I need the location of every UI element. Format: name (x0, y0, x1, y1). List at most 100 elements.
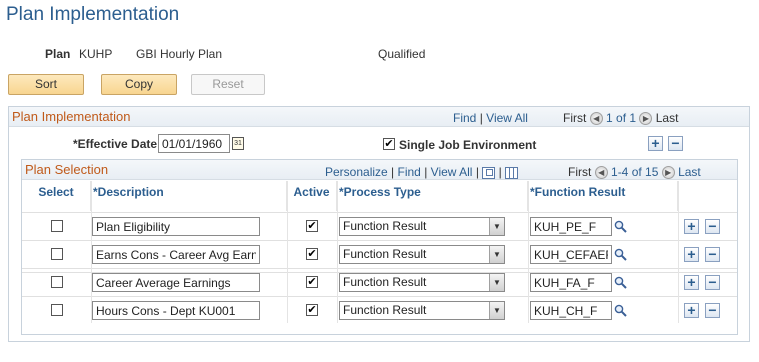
lookup-magnifier-icon[interactable] (614, 248, 627, 261)
active-checkbox[interactable]: ✔ (306, 276, 318, 288)
column-header-function-result: *Function Result (528, 181, 678, 211)
plan-selection-header: Plan Selection Personalize | Find | View… (22, 160, 737, 180)
add-row-icon[interactable]: + (684, 247, 699, 262)
effective-date-label: *Effective Date (73, 137, 158, 151)
table-row: ✔ Function Result ▼ + − (22, 296, 737, 324)
column-divider (528, 181, 529, 323)
row-counter: 1 of 1 (606, 111, 637, 125)
function-result-field[interactable] (530, 217, 612, 236)
column-header-active: Active (287, 181, 337, 211)
plan-implementation-section: Plan Implementation Find | View All Firs… (8, 106, 750, 342)
lookup-magnifier-icon[interactable] (614, 304, 627, 317)
grid-row-counter: 1-4 of 15 (611, 165, 659, 179)
plan-selection-grid: Plan Selection Personalize | Find | View… (21, 159, 738, 335)
grid-next-arrow-icon[interactable]: ▶ (661, 166, 675, 180)
delete-row-icon[interactable]: − (705, 303, 720, 318)
personalize-link[interactable]: Personalize (325, 165, 388, 179)
nav-separator: | (479, 111, 483, 125)
grid-last-label[interactable]: Last (678, 165, 701, 179)
grid-previous-arrow-icon[interactable]: ◀ (594, 166, 608, 180)
copy-button[interactable]: Copy (101, 74, 177, 95)
column-divider (337, 181, 338, 323)
plan-implementation-header: Plan Implementation Find | View All Firs… (9, 107, 749, 127)
process-type-select[interactable]: Function Result ▼ (339, 301, 505, 320)
grid-nav: Personalize | Find | View All | | (325, 165, 519, 179)
process-type-select[interactable]: Function Result ▼ (339, 273, 505, 292)
single-job-checkbox[interactable]: ✔ (383, 138, 395, 150)
delete-row-icon[interactable]: − (668, 136, 683, 151)
chevron-down-icon: ▼ (489, 218, 504, 235)
column-header-process-type: *Process Type (337, 181, 528, 211)
description-field[interactable] (92, 245, 260, 264)
column-header-description: *Description (91, 181, 287, 211)
table-row: ✔ Function Result ▼ + − (22, 212, 737, 240)
active-checkbox[interactable]: ✔ (306, 248, 318, 260)
table-row: ✔ Function Result ▼ + − (22, 268, 737, 296)
sort-button[interactable]: Sort (8, 74, 84, 95)
delete-row-icon[interactable]: − (705, 275, 720, 290)
nav-separator: | (475, 165, 479, 179)
plan-label: Plan (45, 47, 71, 61)
column-divider (287, 181, 288, 323)
delete-row-icon[interactable]: − (705, 219, 720, 234)
lookup-magnifier-icon[interactable] (614, 220, 627, 233)
next-arrow-icon[interactable]: ▶ (639, 112, 653, 126)
chevron-down-icon: ▼ (489, 274, 504, 291)
lookup-magnifier-icon[interactable] (614, 276, 627, 289)
process-type-value: Function Result (343, 247, 427, 261)
zoom-grid-icon[interactable] (482, 166, 496, 179)
column-divider (678, 181, 679, 323)
implementation-pager: First ◀ 1 of 1 ▶ Last (563, 111, 678, 126)
chevron-down-icon: ▼ (489, 246, 504, 263)
process-type-select[interactable]: Function Result ▼ (339, 245, 505, 264)
first-label: First (563, 111, 587, 125)
grid-find-link[interactable]: Find (398, 165, 421, 179)
nav-separator: | (391, 165, 395, 179)
add-row-icon[interactable]: + (684, 275, 699, 290)
reset-button[interactable]: Reset (191, 74, 265, 95)
process-type-select[interactable]: Function Result ▼ (339, 217, 505, 236)
page-title: Plan Implementation (6, 4, 180, 25)
select-checkbox[interactable] (51, 220, 63, 232)
description-field[interactable] (92, 217, 260, 236)
single-job-label: Single Job Environment (399, 138, 537, 152)
delete-row-icon[interactable]: − (705, 247, 720, 262)
function-result-field[interactable] (530, 301, 612, 320)
description-field[interactable] (92, 301, 260, 320)
select-checkbox[interactable] (51, 248, 63, 260)
plan-selection-title: Plan Selection (25, 162, 109, 177)
function-result-field[interactable] (530, 273, 612, 292)
select-checkbox[interactable] (51, 304, 63, 316)
chevron-down-icon: ▼ (489, 302, 504, 319)
plan-status: Qualified (378, 47, 426, 61)
table-row: ✔ Function Result ▼ + − (22, 240, 737, 268)
plan-implementation-title: Plan Implementation (12, 109, 131, 124)
grid-view-all-link[interactable]: View All (431, 165, 473, 179)
add-row-icon[interactable]: + (684, 219, 699, 234)
plan-code: KUHP (79, 47, 113, 61)
function-result-field[interactable] (530, 245, 612, 264)
grid-first-label: First (568, 165, 592, 179)
plan-description: GBI Hourly Plan (136, 47, 223, 61)
find-link[interactable]: Find (453, 111, 476, 125)
effective-date-field[interactable] (158, 134, 230, 153)
implementation-nav: Find | View All (453, 111, 528, 125)
active-checkbox[interactable]: ✔ (306, 220, 318, 232)
active-checkbox[interactable]: ✔ (306, 304, 318, 316)
column-header-select: Select (22, 181, 91, 211)
process-type-value: Function Result (343, 219, 427, 233)
select-checkbox[interactable] (51, 276, 63, 288)
add-row-icon[interactable]: + (684, 303, 699, 318)
view-all-link[interactable]: View All (486, 111, 528, 125)
add-row-icon[interactable]: + (648, 136, 663, 151)
nav-separator: | (424, 165, 428, 179)
nav-separator: | (498, 165, 502, 179)
process-type-value: Function Result (343, 303, 427, 317)
process-type-value: Function Result (343, 275, 427, 289)
column-divider (91, 181, 92, 323)
description-field[interactable] (92, 273, 260, 292)
calendar-icon[interactable]: 31 (232, 137, 244, 150)
download-grid-icon[interactable] (505, 166, 519, 179)
previous-arrow-icon[interactable]: ◀ (589, 112, 603, 126)
column-header-actions (678, 181, 737, 211)
